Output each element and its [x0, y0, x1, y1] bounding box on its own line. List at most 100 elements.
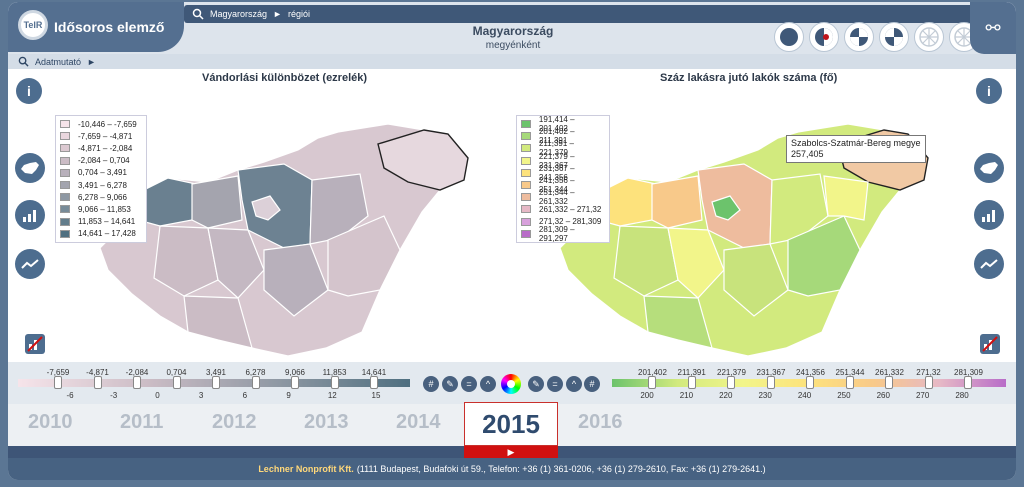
breadcrumb-root[interactable]: Magyarország: [210, 9, 267, 19]
half-circle-icon: [815, 28, 833, 46]
bar-chart-button-right[interactable]: [974, 200, 1004, 230]
slider-handle[interactable]: [212, 376, 220, 389]
quarter-circle-icon: [850, 28, 868, 46]
legend-swatch: [521, 132, 531, 141]
slider-handle[interactable]: [133, 376, 141, 389]
legend-range-label: 6,278 – 9,066: [78, 192, 127, 202]
single-map-button[interactable]: [774, 22, 804, 52]
legend-row: 9,066 – 11,853: [60, 203, 142, 215]
right-up-button[interactable]: ^: [566, 376, 582, 392]
indicator-arrow[interactable]: ►: [87, 57, 96, 67]
legend-range-label: 11,853 – 14,641: [78, 217, 136, 227]
line-chart-button-left[interactable]: [15, 249, 45, 279]
year-2014[interactable]: 2014: [396, 411, 441, 434]
right-pen-button[interactable]: ✎: [528, 376, 544, 392]
search-icon[interactable]: [18, 56, 29, 67]
tooltip-county-value: 257,405: [791, 149, 824, 159]
slider-tick-label: 12: [327, 391, 337, 400]
slider-handle[interactable]: [54, 376, 62, 389]
left-pen-button[interactable]: ✎: [442, 376, 458, 392]
slider-handle[interactable]: [370, 376, 378, 389]
slider-tick-label: 240: [797, 391, 812, 400]
play-button[interactable]: ▶: [464, 446, 558, 458]
dual-map-button[interactable]: [809, 22, 839, 52]
filled-circle-icon: [780, 28, 798, 46]
legend-swatch: [521, 120, 531, 129]
legend-row: -2,084 – 0,704: [60, 155, 142, 167]
right-hash-button[interactable]: #: [584, 376, 600, 392]
year-2011[interactable]: 2011: [120, 411, 163, 434]
grid-map-button[interactable]: [914, 22, 944, 52]
left-map-title: Vándorlási különbözet (ezrelék): [202, 72, 368, 84]
selected-year[interactable]: 2015: [464, 402, 558, 446]
slider-handle[interactable]: [727, 376, 735, 389]
link-tab[interactable]: ⚯: [970, 2, 1016, 54]
segmented-circle-icon: [919, 27, 939, 47]
legend-row: -10,446 – -7,659: [60, 118, 142, 130]
color-wheel-center: [507, 380, 515, 388]
slider-handle[interactable]: [172, 376, 181, 389]
legend-range-label: 0,704 – 3,491: [78, 168, 127, 178]
left-map-legend: -10,446 – -7,659 -7,659 – -4,871 -4,871 – …: [55, 115, 147, 243]
legend-swatch: [521, 181, 531, 190]
slider-handle[interactable]: [964, 376, 972, 389]
legend-swatch: [521, 217, 531, 226]
breadcrumb-leaf[interactable]: régiói: [288, 9, 310, 19]
left-equal-button[interactable]: =: [461, 376, 477, 392]
legend-row: -7,659 – -4,871: [60, 130, 142, 142]
slider-tick-label: 15: [371, 391, 381, 400]
bar-chart-icon: [23, 210, 36, 222]
cross-map-button[interactable]: [879, 22, 909, 52]
legend-row: 261,332 – 271,32: [521, 203, 605, 215]
breadcrumb-separator: ►: [273, 9, 282, 19]
legend-row: 251,344 – 261,332: [521, 188, 605, 206]
hide-map-button-right[interactable]: [980, 334, 1000, 354]
legend-row: 3,491 – 6,278: [60, 179, 142, 191]
map-view-button-right[interactable]: [974, 153, 1004, 183]
map-county[interactable]: [651, 175, 703, 229]
slider-handle[interactable]: [291, 376, 299, 389]
quarter-map-button[interactable]: [844, 22, 874, 52]
indicator-label[interactable]: Adatmutató: [35, 57, 81, 67]
year-2012[interactable]: 2012: [212, 411, 257, 434]
right-equal-button[interactable]: =: [547, 376, 563, 392]
year-2016[interactable]: 2016: [578, 411, 623, 434]
hide-map-button-left[interactable]: [25, 334, 45, 354]
legend-swatch: [60, 168, 70, 177]
slider-handle[interactable]: [766, 376, 775, 389]
bar-chart-button-left[interactable]: [15, 200, 45, 230]
hungary-map-icon: [21, 162, 39, 174]
legend-swatch: [521, 229, 531, 238]
slider-handle[interactable]: [924, 376, 933, 389]
legend-swatch: [521, 193, 531, 202]
year-2013[interactable]: 2013: [304, 411, 349, 434]
right-map-title: Száz lakásra jutó lakók száma (fő): [660, 72, 838, 84]
slider-handle[interactable]: [648, 376, 656, 389]
line-chart-button-right[interactable]: [974, 249, 1004, 279]
cross-circle-icon: [885, 28, 903, 46]
legend-swatch: [60, 229, 70, 238]
slider-handle[interactable]: [93, 376, 102, 389]
crossed-chart-icon: [982, 336, 998, 352]
slider-handle[interactable]: [251, 376, 260, 389]
info-button-right[interactable]: i: [976, 78, 1002, 104]
map-view-button-left[interactable]: [15, 153, 45, 183]
slider-handle[interactable]: [687, 376, 696, 389]
app-window: TeIR Idősoros elemző Magyarország ► régi…: [8, 2, 1016, 480]
slider-handle[interactable]: [885, 376, 893, 389]
slider-handle[interactable]: [806, 376, 814, 389]
left-hash-button[interactable]: #: [423, 376, 439, 392]
map-county[interactable]: [191, 175, 243, 229]
search-icon[interactable]: [192, 8, 204, 20]
slider-tick-label: 230: [758, 391, 772, 400]
legend-swatch: [521, 205, 531, 214]
slider-handle[interactable]: [845, 376, 854, 389]
legend-row: 0,704 – 3,491: [60, 167, 142, 179]
color-wheel-button[interactable]: [501, 374, 521, 394]
map-county[interactable]: [823, 175, 869, 221]
info-button-left[interactable]: i: [16, 78, 42, 104]
left-up-button[interactable]: ^: [480, 376, 496, 392]
info-icon: i: [987, 83, 991, 99]
year-2010[interactable]: 2010: [28, 411, 73, 434]
slider-handle[interactable]: [330, 376, 339, 389]
